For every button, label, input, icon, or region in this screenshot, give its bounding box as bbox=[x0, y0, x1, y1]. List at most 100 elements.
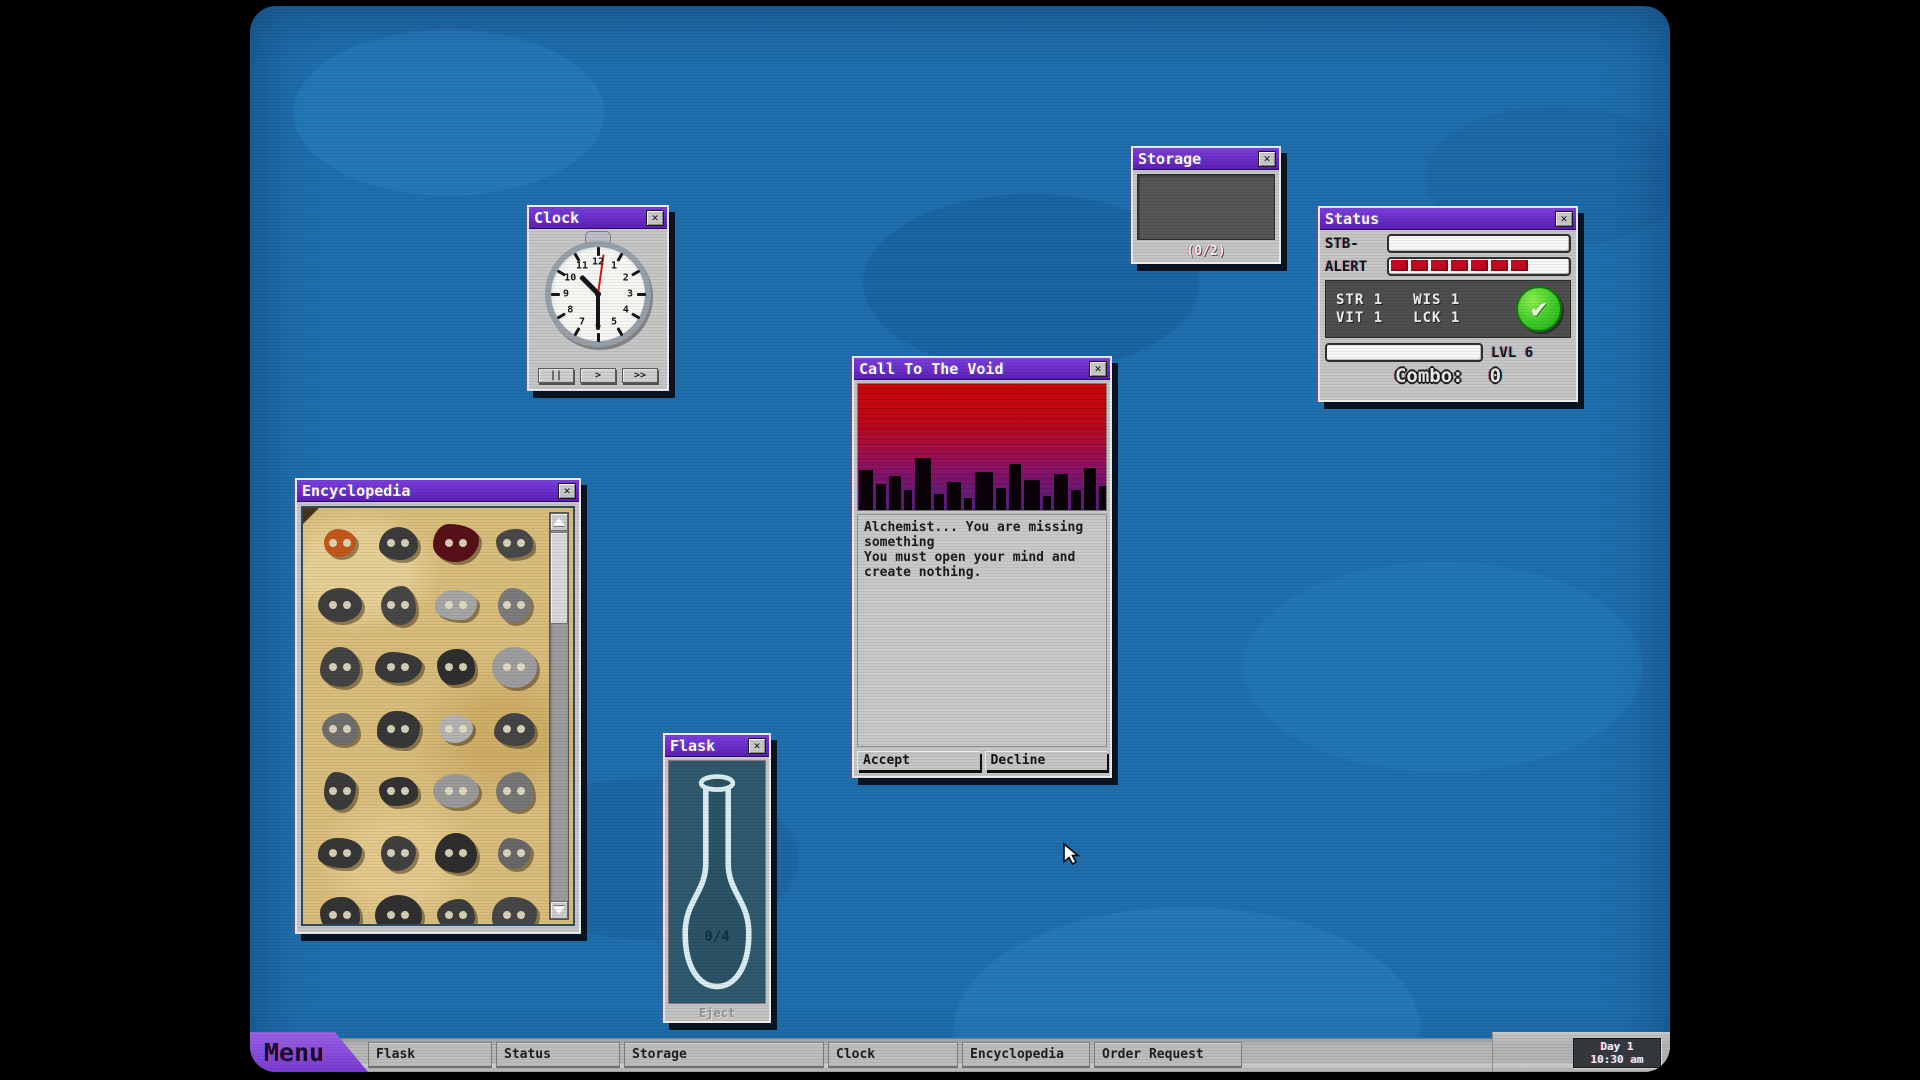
encyclopedia-entry[interactable] bbox=[496, 529, 533, 558]
creature-eye bbox=[445, 911, 453, 919]
encyclopedia-entry[interactable] bbox=[492, 897, 537, 927]
status-titlebar[interactable]: Status ✕ bbox=[1320, 208, 1576, 230]
building-silhouette bbox=[947, 482, 961, 510]
clock-numeral: 5 bbox=[611, 316, 617, 327]
clock-titlebar[interactable]: Clock ✕ bbox=[529, 207, 667, 229]
encyclopedia-entry[interactable] bbox=[435, 833, 477, 873]
encyclopedia-entry[interactable] bbox=[498, 838, 531, 869]
creature-eye bbox=[387, 539, 395, 547]
encyclopedia-entry[interactable] bbox=[320, 647, 360, 687]
creature-icon bbox=[375, 652, 422, 683]
clock-tick bbox=[616, 252, 623, 261]
taskbar-button-encyclopedia[interactable]: Encyclopedia bbox=[962, 1042, 1090, 1068]
accept-button[interactable]: Accept bbox=[857, 751, 980, 770]
decline-button[interactable]: Decline bbox=[985, 751, 1108, 770]
clock-tick bbox=[637, 293, 646, 296]
creature-icon bbox=[492, 647, 537, 688]
encyclopedia-entry[interactable] bbox=[437, 899, 475, 926]
creature-eye bbox=[459, 725, 467, 733]
clock-center-pin bbox=[595, 291, 601, 297]
encyclopedia-entry[interactable] bbox=[324, 529, 356, 557]
taskbar-button-flask[interactable]: Flask bbox=[368, 1042, 492, 1068]
taskbar-button-storage[interactable]: Storage bbox=[624, 1042, 824, 1068]
clock-tick bbox=[616, 327, 623, 336]
encyclopedia-entry[interactable] bbox=[433, 524, 479, 562]
encyclopedia-entry[interactable] bbox=[498, 588, 531, 623]
creature-eye bbox=[459, 911, 467, 919]
fast-forward-button[interactable]: >> bbox=[622, 368, 658, 383]
void-title: Call To The Void bbox=[859, 359, 1004, 379]
play-button[interactable]: > bbox=[580, 368, 616, 383]
creature-icon bbox=[318, 588, 362, 622]
encyclopedia-entry[interactable] bbox=[379, 527, 418, 560]
creature-icon bbox=[318, 838, 362, 868]
void-cityscape-image bbox=[857, 383, 1107, 511]
void-titlebar[interactable]: Call To The Void ✕ bbox=[854, 358, 1110, 380]
encyclopedia-entry[interactable] bbox=[492, 647, 537, 688]
creature-eye bbox=[401, 787, 409, 795]
encyclopedia-entry[interactable] bbox=[381, 836, 416, 871]
creature-eye bbox=[459, 787, 467, 795]
close-icon[interactable]: ✕ bbox=[1555, 211, 1573, 227]
encyclopedia-entry[interactable] bbox=[381, 586, 416, 625]
flask-titlebar[interactable]: Flask ✕ bbox=[665, 735, 769, 757]
creature-icon bbox=[375, 895, 422, 927]
encyclopedia-titlebar[interactable]: Encyclopedia ✕ bbox=[297, 480, 579, 502]
close-icon[interactable]: ✕ bbox=[748, 738, 766, 754]
void-skyline bbox=[858, 458, 1106, 510]
status-title: Status bbox=[1325, 209, 1379, 229]
encyclopedia-entry[interactable] bbox=[375, 895, 422, 927]
encyclopedia-entry[interactable] bbox=[318, 838, 362, 868]
clock-tick bbox=[556, 269, 565, 276]
clock-tick bbox=[573, 252, 580, 261]
close-icon[interactable]: ✕ bbox=[558, 483, 576, 499]
creature-icon bbox=[496, 772, 533, 811]
level-label: LVL 6 bbox=[1491, 345, 1533, 361]
creature-eye bbox=[401, 849, 409, 857]
scroll-up-button[interactable] bbox=[550, 513, 568, 531]
level-bar bbox=[1325, 343, 1483, 362]
encyclopedia-scrollbar[interactable] bbox=[549, 512, 569, 920]
encyclopedia-entry[interactable] bbox=[437, 649, 475, 685]
creature-icon bbox=[320, 897, 360, 926]
check-icon: ✔ bbox=[1516, 286, 1562, 332]
encyclopedia-entry[interactable] bbox=[322, 713, 358, 745]
creature-eye bbox=[459, 663, 467, 671]
encyclopedia-entry[interactable] bbox=[439, 715, 473, 743]
building-silhouette bbox=[915, 458, 931, 510]
creature-eye bbox=[517, 849, 525, 857]
taskbar-button-clock[interactable]: Clock bbox=[828, 1042, 958, 1068]
storage-titlebar[interactable]: Storage ✕ bbox=[1133, 148, 1279, 170]
pause-button[interactable]: || bbox=[538, 368, 574, 383]
close-icon[interactable]: ✕ bbox=[1258, 151, 1276, 167]
creature-eye bbox=[329, 539, 337, 547]
creature-icon bbox=[492, 897, 537, 927]
creature-eye bbox=[387, 787, 395, 795]
taskbar-button-status[interactable]: Status bbox=[496, 1042, 620, 1068]
encyclopedia-entry[interactable] bbox=[433, 774, 479, 808]
clock-title: Clock bbox=[534, 208, 579, 228]
scroll-down-button[interactable] bbox=[550, 901, 568, 919]
menu-button[interactable]: Menu bbox=[250, 1032, 368, 1072]
window-flask: Flask ✕ 0/4 Eject bbox=[663, 733, 771, 1023]
creature-eye bbox=[503, 601, 511, 609]
storage-slot[interactable] bbox=[1137, 174, 1275, 240]
scrollbar-thumb[interactable] bbox=[550, 532, 568, 624]
flask-fill-count: 0/4 bbox=[669, 929, 765, 945]
clock-tick bbox=[551, 293, 560, 296]
encyclopedia-entry[interactable] bbox=[377, 711, 420, 748]
encyclopedia-entry[interactable] bbox=[435, 590, 477, 620]
encyclopedia-entry[interactable] bbox=[320, 897, 360, 926]
encyclopedia-entry[interactable] bbox=[375, 652, 422, 683]
close-icon[interactable]: ✕ bbox=[1089, 361, 1107, 377]
taskbar-button-order-request[interactable]: Order Request bbox=[1094, 1042, 1242, 1068]
encyclopedia-entry[interactable] bbox=[494, 713, 535, 746]
building-silhouette bbox=[1054, 474, 1068, 510]
encyclopedia-entry[interactable] bbox=[318, 588, 362, 622]
encyclopedia-entry[interactable] bbox=[496, 772, 533, 811]
eject-button[interactable]: Eject bbox=[665, 1005, 769, 1021]
encyclopedia-entry[interactable] bbox=[379, 777, 418, 806]
close-icon[interactable]: ✕ bbox=[646, 210, 664, 226]
status-content: STB- ALERT STR 1WIS 1VIT 1LCK 1 ✔ LVL 6 … bbox=[1320, 230, 1576, 391]
encyclopedia-entry[interactable] bbox=[324, 772, 356, 810]
